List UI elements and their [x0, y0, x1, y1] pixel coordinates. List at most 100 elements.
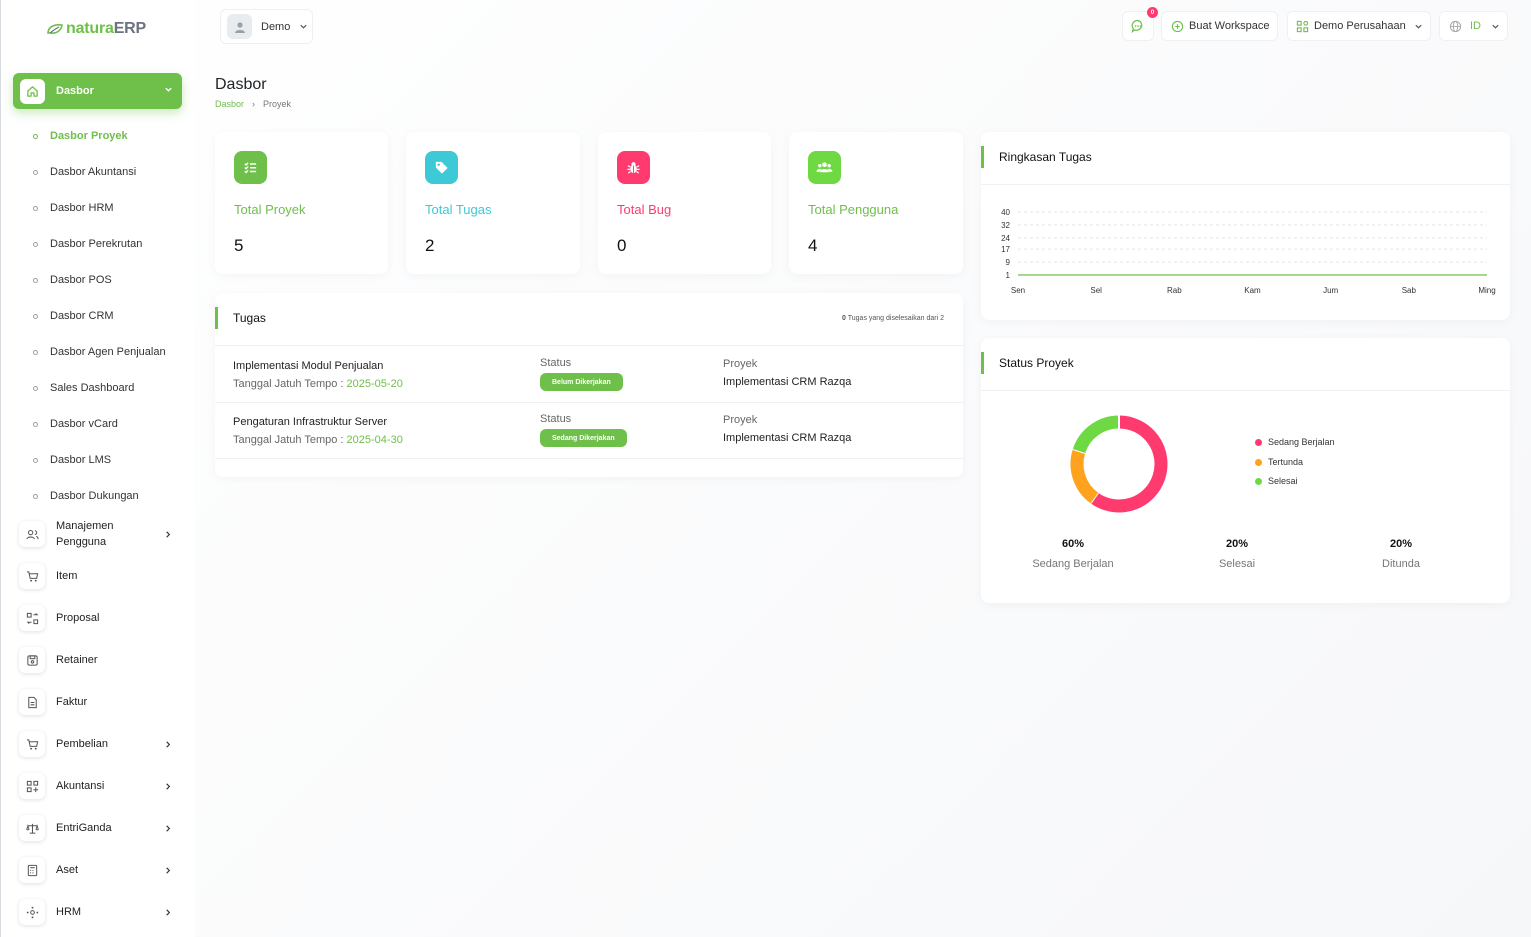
status-label: Status — [540, 413, 572, 425]
status-badge: Sedang Dikerjakan — [540, 429, 627, 447]
sidebar-item-label: Akuntansi — [56, 780, 105, 792]
language-selector[interactable]: ID — [1439, 11, 1508, 41]
sidebar-item-label: Aset — [56, 864, 79, 876]
sidebar-item-retainer[interactable]: Retainer — [1, 639, 196, 681]
stat-card-total-pengguna[interactable]: Total Pengguna 4 — [789, 132, 963, 274]
tag-icon — [425, 151, 458, 184]
chevron-right-icon — [166, 783, 171, 790]
sidebar-subitem-dasbor-pos[interactable]: Dasbor POS — [1, 262, 196, 298]
table-row[interactable]: Pengaturan Infrastruktur Server Tanggal … — [215, 403, 963, 459]
project-status-card: Status Proyek Sedang Berjalan Tertunda S… — [981, 338, 1510, 603]
scale-icon — [19, 815, 45, 841]
sidebar-subitem-dasbor-akuntansi[interactable]: Dasbor Akuntansi — [1, 154, 196, 190]
sidebar-item-aset[interactable]: Aset — [1, 849, 196, 891]
brand-logo[interactable]: naturaERP — [46, 20, 146, 38]
sidebar-subitem-dasbor-crm[interactable]: Dasbor CRM — [1, 298, 196, 334]
task-summary-header: Ringkasan Tugas — [981, 132, 1510, 185]
chevron-down-icon — [300, 24, 307, 29]
x-tick-label: Jum — [1323, 286, 1338, 295]
legend-item[interactable]: Selesai — [1255, 476, 1298, 486]
y-tick-label: 17 — [1001, 245, 1010, 254]
task-project: Implementasi CRM Razqa — [723, 376, 852, 388]
legend-item[interactable]: Sedang Berjalan — [1255, 437, 1335, 447]
sidebar-item-pembelian[interactable]: Pembelian — [1, 723, 196, 765]
bullet-icon — [33, 133, 38, 139]
company-selector[interactable]: Demo Perusahaan — [1287, 11, 1431, 41]
y-tick-label: 9 — [1006, 258, 1011, 267]
chevron-down-icon — [1415, 24, 1422, 29]
legend-item[interactable]: Tertunda — [1255, 457, 1303, 467]
stat-card-total-proyek[interactable]: Total Proyek 5 — [215, 132, 388, 274]
sidebar-item-label: HRM — [56, 906, 82, 918]
y-tick-label: 1 — [1006, 271, 1011, 280]
stat-value: 0 — [617, 236, 627, 255]
breadcrumb-separator-icon: › — [252, 99, 256, 109]
percent-ditunda: 20% Ditunda — [1382, 538, 1420, 570]
swap-icon — [19, 605, 45, 631]
file-icon — [19, 689, 45, 715]
sidebar-subitem-dasbor-agen-penjualan[interactable]: Dasbor Agen Penjualan — [1, 334, 196, 370]
breadcrumb: Dasbor › Proyek — [215, 99, 291, 109]
sidebar-subitem-dasbor-vcard[interactable]: Dasbor vCard — [1, 406, 196, 442]
sidebar-item-proposal[interactable]: Proposal — [1, 597, 196, 639]
project-status-donut-chart — [1070, 415, 1168, 513]
accent-bar — [215, 307, 218, 329]
x-tick-label: Kam — [1244, 286, 1261, 295]
sidebar: naturaERP Dasbor Dasbor Proyek Dasbor Ak… — [0, 0, 195, 937]
user-menu-button[interactable]: Demo — [220, 9, 313, 44]
stat-card-total-tugas[interactable]: Total Tugas 2 — [406, 132, 580, 274]
task-name[interactable]: Implementasi Modul Penjualan — [233, 360, 383, 372]
breadcrumb-link-dasbor[interactable]: Dasbor — [215, 99, 244, 109]
brand-name: naturaERP — [66, 20, 147, 37]
sidebar-item-item[interactable]: Item — [1, 555, 196, 597]
task-project: Implementasi CRM Razqa — [723, 432, 852, 444]
sidebar-item-entriganda[interactable]: EntriGanda — [1, 807, 196, 849]
sidebar-subitem-dasbor-perekrutan[interactable]: Dasbor Perekrutan — [1, 226, 196, 262]
sidebar-subitem-dasbor-lms[interactable]: Dasbor LMS — [1, 442, 196, 478]
sidebar-subitem-dasbor-hrm[interactable]: Dasbor HRM — [1, 190, 196, 226]
sidebar-item-akuntansi[interactable]: Akuntansi — [1, 765, 196, 807]
user-name: Demo — [261, 20, 291, 33]
legend-dot — [1255, 458, 1262, 466]
cart-icon — [19, 563, 45, 589]
leaf-icon — [47, 24, 63, 34]
bug-icon — [617, 151, 650, 184]
plus-circle-icon — [1171, 20, 1184, 32]
sidebar-item-label: Item — [56, 570, 78, 582]
chevron-right-icon — [166, 825, 171, 832]
sidebar-subitem-sales-dashboard[interactable]: Sales Dashboard — [1, 370, 196, 406]
messages-button[interactable]: 0 — [1122, 7, 1158, 41]
stat-value: 5 — [234, 236, 244, 255]
users-icon — [19, 521, 45, 547]
tasks-completed-summary: 0 Tugas yang diselesaikan dari 2 — [842, 315, 944, 322]
sidebar-item-label: Dasbor — [56, 85, 94, 97]
sidebar-item-dasbor[interactable]: Dasbor — [13, 73, 182, 109]
legend-dot — [1255, 438, 1262, 446]
bullet-icon — [33, 349, 38, 355]
tasks-title: Tugas — [233, 311, 266, 325]
x-tick-label: Sen — [1011, 286, 1025, 295]
task-name[interactable]: Pengaturan Infrastruktur Server — [233, 416, 387, 428]
bullet-icon — [33, 277, 38, 283]
donut-slice-sedang-berjalan — [1090, 415, 1168, 513]
home-icon — [20, 78, 45, 104]
chevron-right-icon — [166, 867, 171, 874]
sidebar-subitem-dasbor-proyek[interactable]: Dasbor Proyek — [1, 118, 196, 154]
bullet-icon — [33, 421, 38, 427]
sidebar-item-faktur[interactable]: Faktur — [1, 681, 196, 723]
percent-selesai: 20% Selesai — [1218, 538, 1256, 570]
bullet-icon — [33, 457, 38, 463]
stat-label: Total Pengguna — [808, 202, 899, 217]
sidebar-item-manajemen-pengguna[interactable]: Manajemen Pengguna — [1, 513, 196, 555]
tasks-list-icon — [234, 151, 267, 184]
create-workspace-button[interactable]: Buat Workspace — [1161, 11, 1278, 41]
sidebar-subitem-dasbor-dukungan[interactable]: Dasbor Dukungan — [1, 478, 196, 514]
project-label: Proyek — [723, 358, 758, 370]
table-row[interactable]: Implementasi Modul Penjualan Tanggal Jat… — [215, 347, 963, 403]
chevron-down-icon — [1492, 24, 1499, 29]
sidebar-item-hrm[interactable]: HRM — [1, 891, 196, 933]
stat-card-total-bug[interactable]: Total Bug 0 — [598, 132, 771, 274]
percent-sedang-berjalan: 60% Sedang Berjalan — [1032, 538, 1114, 570]
cart-icon — [19, 731, 45, 757]
sidebar-item-label: Retainer — [56, 654, 98, 666]
